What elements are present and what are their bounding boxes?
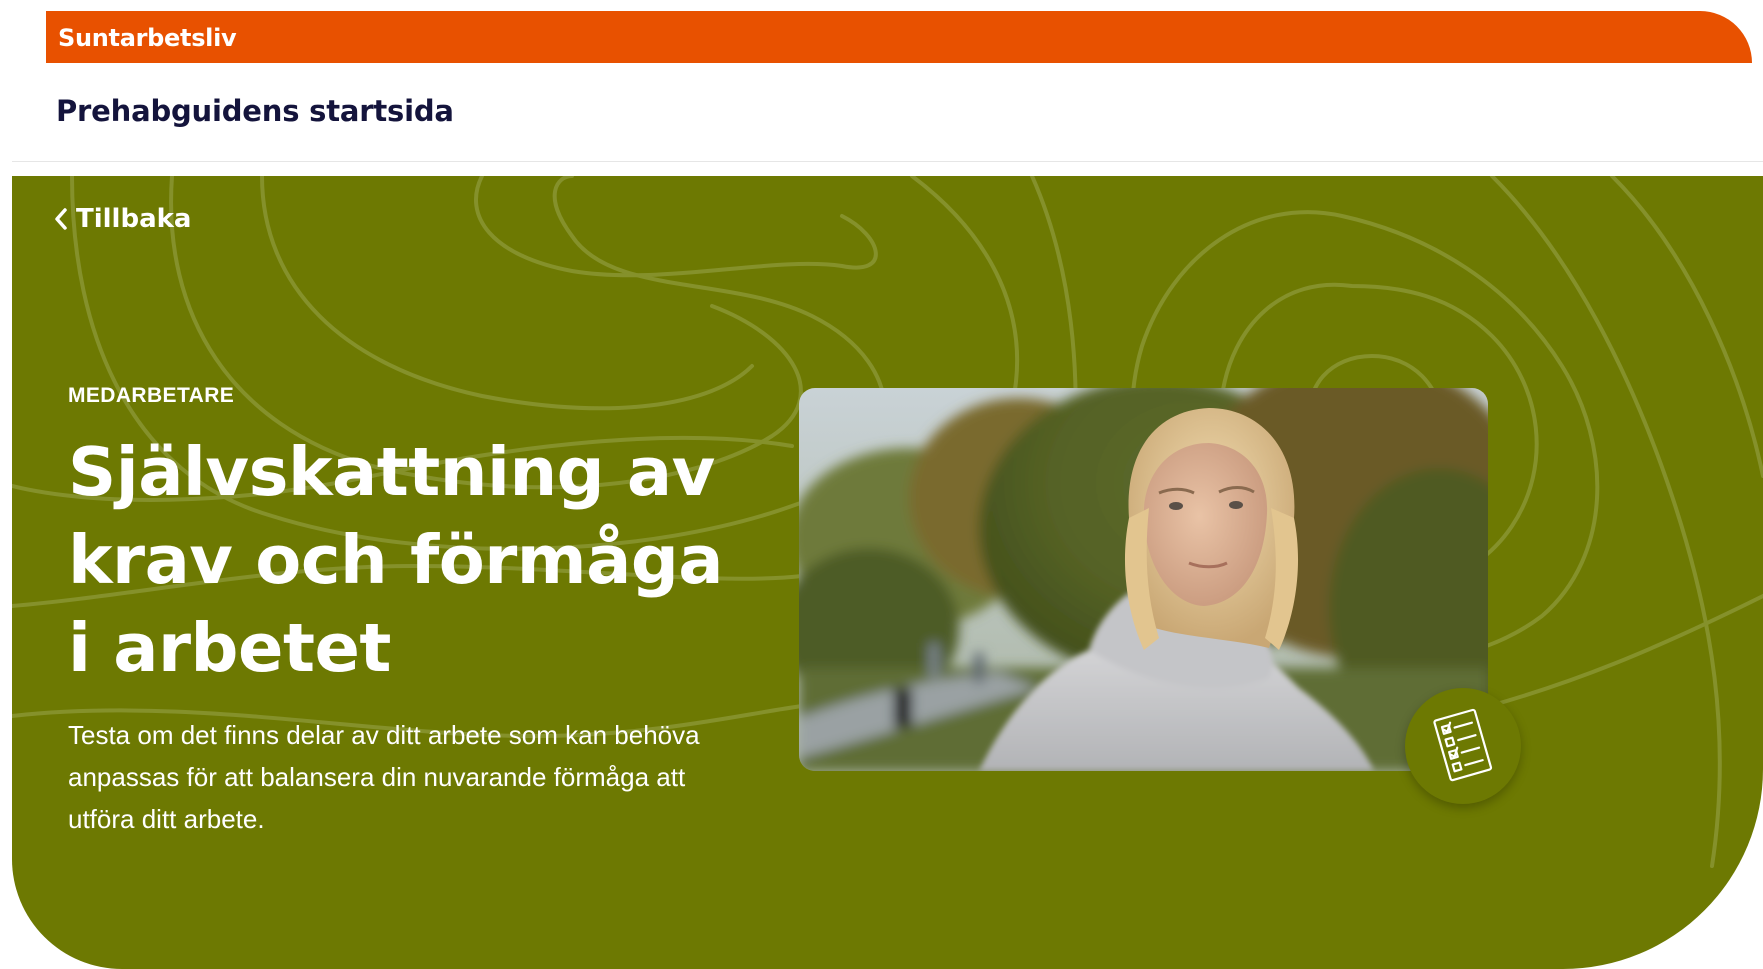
hero-description: Testa om det finns delar av ditt arbete … [68, 720, 700, 834]
hero-section: Tillbaka MEDARBETARE Självskattning av k… [12, 176, 1763, 969]
photo-woman-in-park [799, 388, 1488, 771]
brand-logo-text[interactable]: Suntarbetsliv [58, 24, 237, 52]
checklist-icon [1433, 708, 1493, 782]
back-link[interactable]: Tillbaka [52, 204, 191, 234]
site-header: Prehabguidens startsida [12, 63, 1763, 162]
category-label: MEDARBETARE [68, 384, 235, 407]
prehab-home-link[interactable]: Prehabguidens startsida [56, 93, 454, 129]
checklist-badge [1405, 688, 1521, 804]
back-label: Tillbaka [76, 204, 192, 234]
chevron-left-icon [55, 208, 67, 230]
hero-photo [799, 388, 1488, 771]
page-heading: Självskattning av krav och förmåga i arb… [68, 433, 724, 687]
brand-bar: Suntarbetsliv [46, 11, 1752, 63]
